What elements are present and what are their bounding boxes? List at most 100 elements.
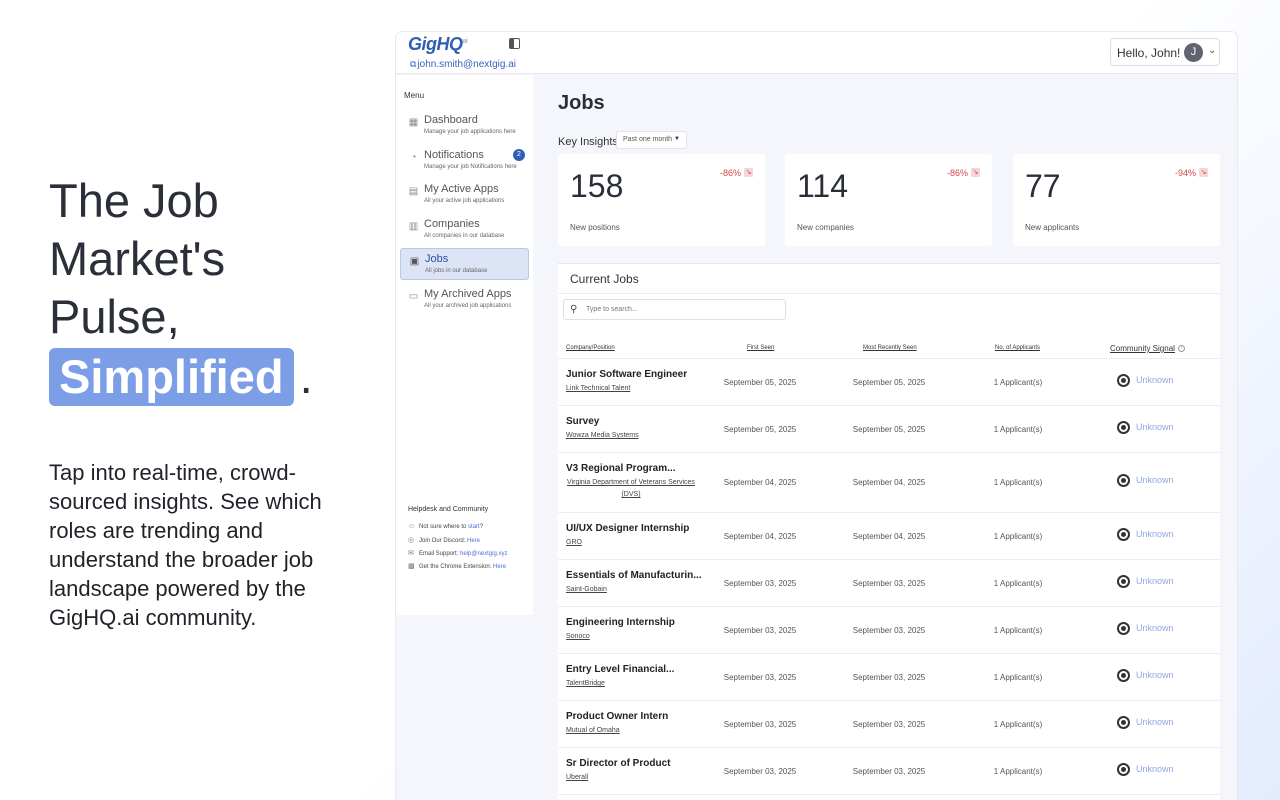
table-row[interactable]: Sr Director of Product Uberall September 0…: [558, 748, 1220, 795]
column-applicants[interactable]: No. of Applicants: [995, 345, 1040, 351]
sidebar-item-dashboard[interactable]: ▦ Dashboard Manage your job applications…: [400, 110, 529, 142]
sidebar-item-label: Notifications: [424, 149, 484, 161]
help-discord: ◎ Join Our Discord: Here: [408, 537, 481, 544]
job-title[interactable]: Entry Level Financial...: [566, 664, 674, 675]
job-title[interactable]: Junior Software Engineer: [566, 369, 687, 380]
signal-value: Unknown: [1136, 374, 1174, 385]
insight-change: -86%: [946, 168, 968, 178]
first-seen-cell: September 03, 2025: [723, 766, 797, 776]
community-signal[interactable]: Unknown: [1117, 762, 1174, 776]
table-row[interactable]: Junior Software Engineer Link Technical T…: [558, 359, 1220, 406]
column-first-seen[interactable]: First Seen: [747, 345, 774, 351]
company-link[interactable]: Virginia Department of Veterans Services…: [566, 477, 696, 501]
community-signal[interactable]: Unknown: [1117, 668, 1174, 682]
email-support-link[interactable]: help@nextgig.xyz: [460, 551, 507, 557]
community-signal[interactable]: Unknown: [1117, 373, 1174, 387]
job-title[interactable]: Survey: [566, 416, 599, 427]
company-link[interactable]: Link Technical Talent: [566, 383, 630, 395]
job-title[interactable]: Sr Director of Product: [566, 758, 670, 769]
hero-title: The Job Market's Pulse, Simplified.: [49, 172, 369, 406]
sidebar-item-notifications[interactable]: ◔ Notifications Manage your job Notifica…: [400, 145, 529, 177]
sidebar-item-label: Dashboard: [424, 114, 478, 126]
column-company-position[interactable]: Company/Position: [566, 345, 615, 351]
current-jobs-title: Current Jobs: [570, 272, 639, 286]
sidebar-item-desc: All jobs in our database: [425, 268, 488, 274]
period-select[interactable]: Past one month ▼: [616, 131, 687, 149]
gighq-logo[interactable]: GigHQai: [408, 34, 468, 55]
company-link[interactable]: TalentBridge: [566, 678, 605, 690]
first-seen-cell: September 04, 2025: [723, 478, 797, 487]
job-title[interactable]: Essentials of Manufacturin...: [566, 570, 702, 581]
table-row[interactable]: Entry Level Financial... TalentBridge Sept…: [558, 654, 1220, 701]
company-link[interactable]: Wowza Media Systems: [566, 430, 639, 442]
community-signal[interactable]: Unknown: [1117, 574, 1174, 588]
job-title[interactable]: V3 Regional Program...: [566, 463, 675, 474]
avatar: J: [1184, 43, 1203, 62]
job-title[interactable]: UI/UX Designer Internship: [566, 523, 689, 534]
company-link[interactable]: Sonoco: [566, 631, 590, 643]
signal-badge-icon: [1117, 668, 1130, 682]
table-row[interactable]: V3 Regional Program... Virginia Departmen…: [558, 453, 1220, 513]
column-community-signal[interactable]: Community Signal i: [1110, 344, 1185, 353]
table-row[interactable]: Product Owner Intern Mutual of Omaha Septe…: [558, 701, 1220, 748]
company-link[interactable]: Uberall: [566, 772, 588, 784]
sidebar-item-companies[interactable]: ▥ Companies All companies in our databas…: [400, 214, 529, 246]
sidebar-toggle-icon[interactable]: [509, 38, 520, 49]
search-input[interactable]: [586, 303, 781, 316]
community-signal[interactable]: Unknown: [1117, 715, 1174, 729]
community-signal[interactable]: Unknown: [1117, 474, 1174, 487]
table-row[interactable]: UI/UX Designer Internship GRO September 04…: [558, 513, 1220, 560]
caret-down-icon: ▼: [674, 136, 680, 142]
applicants-cell: 1 Applicant(s): [993, 672, 1043, 682]
column-most-recently-seen[interactable]: Most Recently Seen: [863, 345, 917, 351]
signal-badge-icon: [1117, 474, 1130, 487]
hero-line-2: Market's: [49, 232, 226, 285]
job-search[interactable]: ⚲: [563, 299, 786, 320]
trend-down-icon: ↘: [971, 168, 980, 177]
signal-badge-icon: [1117, 373, 1130, 387]
community-signal[interactable]: Unknown: [1117, 420, 1174, 434]
user-menu[interactable]: Hello, John! J ⌄: [1110, 38, 1220, 66]
sidebar-item-active-apps[interactable]: ▤ My Active Apps All your active job app…: [400, 179, 529, 211]
applicants-cell: 1 Applicant(s): [993, 625, 1043, 635]
applicants-cell: 1 Applicant(s): [993, 766, 1043, 776]
community-signal[interactable]: Unknown: [1117, 527, 1174, 541]
first-seen-cell: September 05, 2025: [723, 377, 797, 387]
signal-badge-icon: [1117, 420, 1130, 434]
table-row[interactable]: Survey Wowza Media Systems September 05, 2…: [558, 406, 1220, 453]
sidebar-item-desc: Manage your job Notifications here: [424, 164, 517, 170]
app-window: GigHQai john.smith@nextgig.ai Hello, Joh…: [396, 32, 1237, 800]
insight-label: New companies: [797, 223, 854, 232]
notification-badge: 2: [513, 149, 525, 161]
recent-seen-cell: September 05, 2025: [852, 377, 926, 387]
recent-seen-cell: September 05, 2025: [852, 424, 926, 434]
info-icon[interactable]: i: [1177, 345, 1185, 353]
sidebar-item-jobs[interactable]: ▣ Jobs All jobs in our database: [400, 248, 529, 280]
discord-icon: ◎: [408, 537, 415, 544]
signal-badge-icon: [1117, 574, 1130, 588]
sidebar-item-label: My Active Apps: [424, 183, 499, 195]
job-title[interactable]: Product Owner Intern: [566, 711, 668, 722]
job-title[interactable]: Engineering Internship: [566, 617, 675, 628]
company-link[interactable]: GRO: [566, 537, 582, 549]
sidebar-item-archived-apps[interactable]: ▭ My Archived Apps All your archived job…: [400, 284, 529, 316]
user-email[interactable]: john.smith@nextgig.ai: [410, 59, 516, 70]
start-link[interactable]: start: [468, 524, 480, 530]
signal-badge-icon: [1117, 621, 1130, 635]
help-icon: ☺: [408, 523, 416, 530]
period-value: Past one month: [623, 136, 673, 143]
table-row[interactable]: Engineering Internship Sonoco September 03…: [558, 607, 1220, 654]
company-link[interactable]: Saint-Gobain: [566, 584, 607, 596]
signal-badge-icon: [1117, 762, 1130, 776]
signal-value: Unknown: [1136, 716, 1174, 727]
trend-down-icon: ↘: [744, 168, 753, 177]
sidebar-item-desc: All your archived job applications: [424, 303, 512, 309]
community-signal[interactable]: Unknown: [1117, 621, 1174, 635]
hero-subtitle: Tap into real-time, crowd-sourced insigh…: [49, 460, 322, 630]
recent-seen-cell: September 03, 2025: [852, 578, 926, 588]
chrome-extension-link[interactable]: Here: [493, 564, 506, 570]
table-row[interactable]: Essentials of Manufacturin... Saint-Gobai…: [558, 560, 1220, 607]
sidebar-item-label: My Archived Apps: [424, 288, 512, 300]
company-link[interactable]: Mutual of Omaha: [566, 725, 620, 737]
discord-link[interactable]: Here: [467, 538, 480, 544]
